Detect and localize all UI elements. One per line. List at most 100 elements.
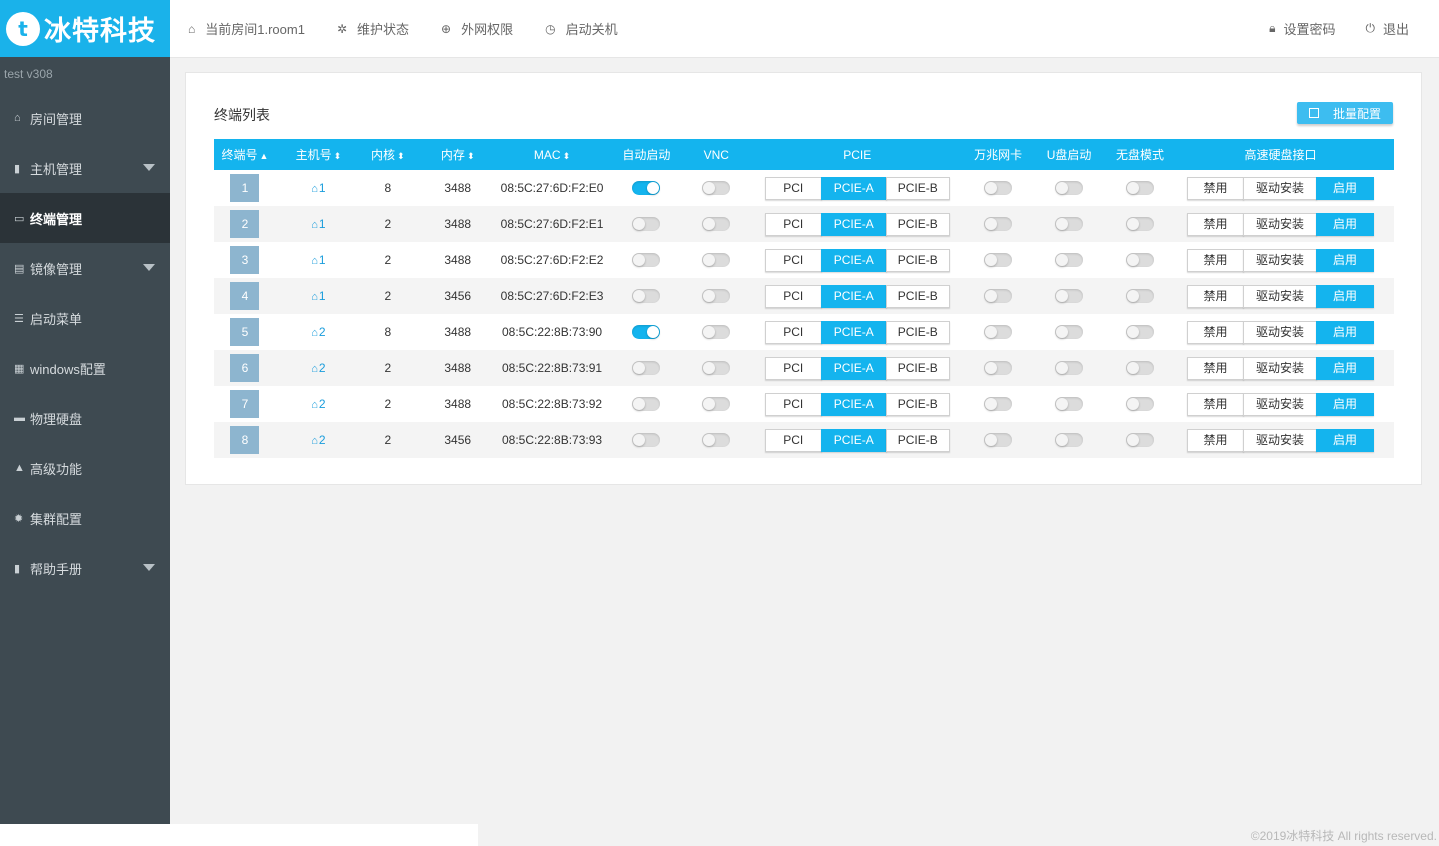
pcie-selector-option[interactable]: PCIE-B [885, 212, 950, 236]
terminal-number-badge[interactable]: 3 [230, 246, 260, 274]
toggle-switch[interactable] [1055, 253, 1084, 268]
toggle-switch[interactable] [632, 217, 661, 232]
hd-interface-selector-option[interactable]: 启用 [1315, 320, 1374, 344]
toggle-switch[interactable] [1126, 433, 1154, 448]
host-link[interactable]: ⌂2 [311, 397, 325, 411]
pcie-selector-option[interactable]: PCIE-A [820, 392, 887, 416]
toggle-switch[interactable] [1126, 253, 1154, 268]
hd-interface-selector-option[interactable]: 禁用 [1186, 320, 1244, 344]
pcie-selector-option[interactable]: PCIE-B [885, 392, 950, 416]
pcie-selector-option[interactable]: PCIE-B [885, 428, 950, 452]
hd-interface-selector-option[interactable]: 禁用 [1186, 176, 1244, 200]
sort-icon[interactable]: ⬍ [563, 151, 571, 161]
toggle-switch[interactable] [1126, 217, 1154, 232]
hd-interface-selector-option[interactable]: 启用 [1315, 212, 1374, 236]
toggle-switch[interactable] [1055, 361, 1084, 376]
toggle-switch[interactable] [984, 289, 1013, 304]
toggle-switch[interactable] [702, 361, 731, 376]
pcie-selector-option[interactable]: PCI [764, 176, 822, 200]
column-header[interactable]: 内存 ⬍ [414, 139, 501, 170]
sidebar-item[interactable]: ▭ 终端管理 [0, 193, 170, 243]
toggle-switch[interactable] [632, 181, 661, 196]
host-link[interactable]: ⌂1 [311, 253, 325, 267]
sidebar-item[interactable]: ▦ windows配置 [0, 343, 170, 393]
toggle-switch[interactable] [702, 433, 731, 448]
pcie-selector-option[interactable]: PCIE-B [885, 284, 950, 308]
toggle-switch[interactable] [1055, 181, 1084, 196]
column-header[interactable]: 内核 ⬍ [360, 139, 415, 170]
pcie-selector-option[interactable]: PCI [764, 428, 822, 452]
pcie-selector-option[interactable]: PCI [764, 248, 822, 272]
sidebar-item[interactable]: ☰ 启动菜单 [0, 293, 170, 343]
hd-interface-selector-option[interactable]: 禁用 [1186, 212, 1244, 236]
topnav-item[interactable]: ⊕ 外网权限 [441, 19, 513, 38]
toggle-switch[interactable] [702, 181, 731, 196]
sort-icon[interactable]: ⬍ [334, 151, 342, 161]
column-header[interactable]: 主机号 ⬍ [275, 139, 361, 170]
toggle-switch[interactable] [1126, 397, 1154, 412]
sidebar-item[interactable]: ▤ 镜像管理 [0, 243, 170, 293]
toggle-switch[interactable] [702, 217, 731, 232]
terminal-number-badge[interactable]: 4 [230, 282, 260, 310]
pcie-selector-option[interactable]: PCIE-A [820, 320, 887, 344]
pcie-selector-option[interactable]: PCIE-A [820, 356, 887, 380]
column-header[interactable]: 终端号 ▲ [214, 139, 276, 170]
hd-interface-selector-option[interactable]: 启用 [1315, 248, 1374, 272]
toggle-switch[interactable] [984, 181, 1013, 196]
sidebar-item[interactable]: ▲ 高级功能 [0, 443, 170, 493]
host-link[interactable]: ⌂1 [311, 289, 325, 303]
pcie-selector-option[interactable]: PCIE-B [885, 176, 950, 200]
set-password-button[interactable]: 🔒︎ 设置密码 [1269, 19, 1335, 38]
pcie-selector-option[interactable]: PCI [764, 356, 822, 380]
hd-interface-selector-option[interactable]: 禁用 [1186, 392, 1244, 416]
toggle-switch[interactable] [702, 253, 731, 268]
sort-icon[interactable]: ⬍ [467, 151, 475, 161]
sidebar-item[interactable]: ✹ 集群配置 [0, 493, 170, 543]
hd-interface-selector-option[interactable]: 驱动安装 [1242, 248, 1317, 272]
topnav-item[interactable]: ⌂ 当前房间1.room1 [188, 19, 305, 38]
topnav-item[interactable]: ✲ 维护状态 [337, 19, 409, 38]
toggle-switch[interactable] [984, 397, 1013, 412]
column-header[interactable]: MAC ⬍ [500, 139, 604, 170]
hd-interface-selector-option[interactable]: 启用 [1315, 392, 1374, 416]
pcie-selector-option[interactable]: PCIE-A [820, 248, 887, 272]
toggle-switch[interactable] [1126, 181, 1154, 196]
terminal-number-badge[interactable]: 5 [230, 318, 260, 346]
toggle-switch[interactable] [984, 217, 1013, 232]
pcie-selector-option[interactable]: PCIE-B [885, 320, 950, 344]
hd-interface-selector-option[interactable]: 驱动安装 [1242, 320, 1317, 344]
toggle-switch[interactable] [632, 433, 661, 448]
host-link[interactable]: ⌂2 [311, 325, 325, 339]
pcie-selector-option[interactable]: PCIE-B [885, 356, 950, 380]
toggle-switch[interactable] [702, 397, 731, 412]
toggle-switch[interactable] [984, 433, 1013, 448]
toggle-switch[interactable] [1126, 325, 1154, 340]
pcie-selector-option[interactable]: PCI [764, 392, 822, 416]
sidebar-item[interactable]: ▮ 帮助手册 [0, 543, 170, 593]
hd-interface-selector-option[interactable]: 禁用 [1186, 284, 1244, 308]
toggle-switch[interactable] [1055, 289, 1084, 304]
sort-icon[interactable]: ▲ [260, 151, 269, 161]
toggle-switch[interactable] [984, 361, 1013, 376]
toggle-switch[interactable] [632, 289, 661, 304]
sidebar-item[interactable]: ▮ 主机管理 [0, 143, 170, 193]
hd-interface-selector-option[interactable]: 驱动安装 [1242, 392, 1317, 416]
topnav-item[interactable]: ◷ 启动关机 [545, 19, 618, 38]
toggle-switch[interactable] [632, 397, 661, 412]
sidebar-item[interactable]: ⌂ 房间管理 [0, 93, 170, 143]
host-link[interactable]: ⌂1 [311, 181, 325, 195]
toggle-switch[interactable] [702, 289, 731, 304]
terminal-number-badge[interactable]: 1 [230, 174, 260, 202]
pcie-selector-option[interactable]: PCIE-A [820, 212, 887, 236]
pcie-selector-option[interactable]: PCIE-B [885, 248, 950, 272]
hd-interface-selector-option[interactable]: 启用 [1315, 428, 1374, 452]
hd-interface-selector-option[interactable]: 启用 [1315, 356, 1374, 380]
terminal-number-badge[interactable]: 6 [230, 354, 260, 382]
toggle-switch[interactable] [1055, 397, 1084, 412]
terminal-number-badge[interactable]: 7 [230, 390, 260, 418]
hd-interface-selector-option[interactable]: 驱动安装 [1242, 284, 1317, 308]
host-link[interactable]: ⌂2 [311, 361, 325, 375]
hd-interface-selector-option[interactable]: 驱动安装 [1242, 176, 1317, 200]
pcie-selector-option[interactable]: PCIE-A [820, 428, 887, 452]
toggle-switch[interactable] [1055, 217, 1084, 232]
